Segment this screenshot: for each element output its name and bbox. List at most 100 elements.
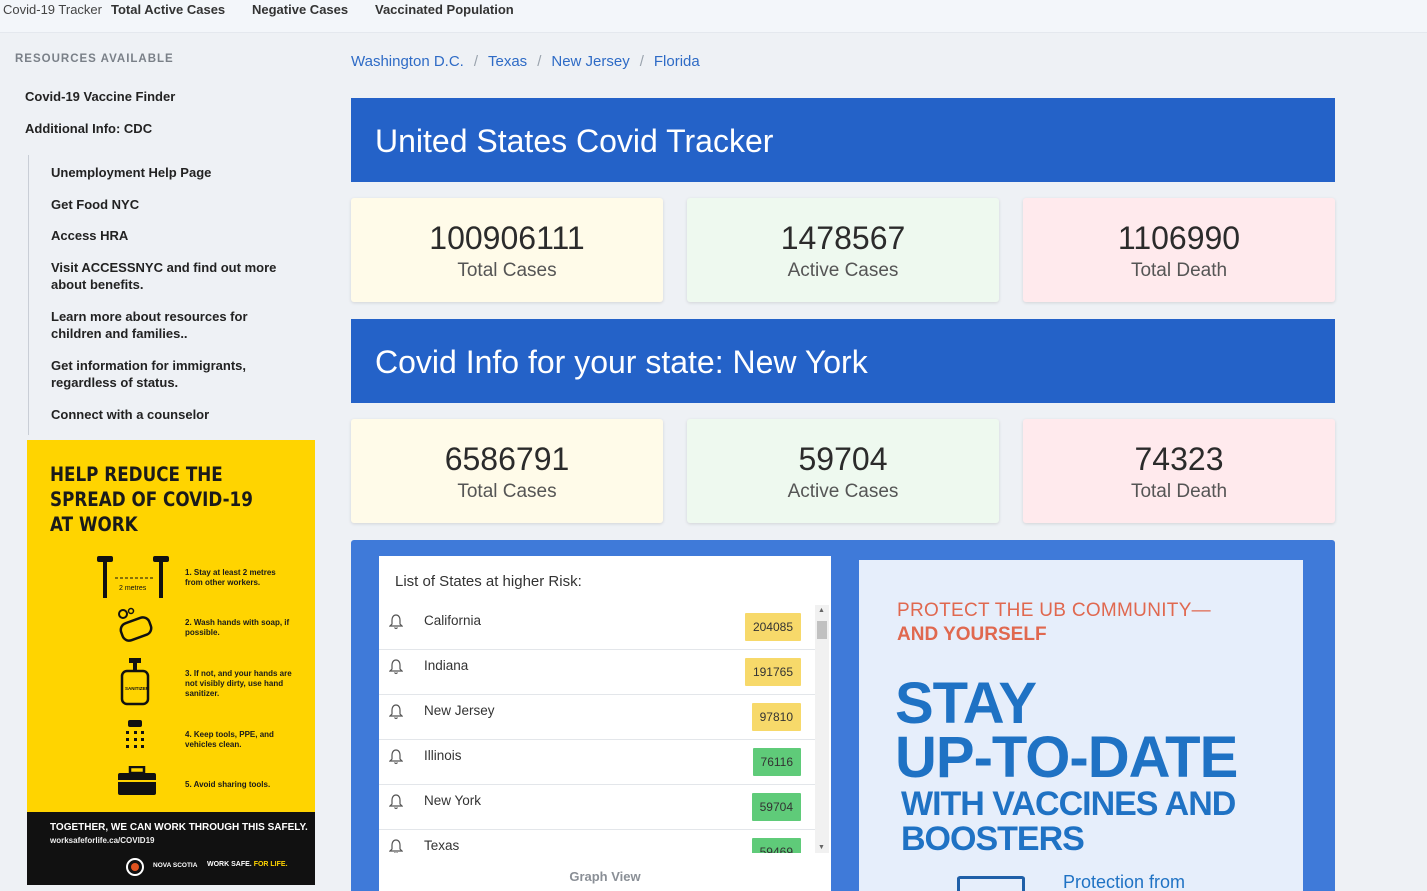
risk-list-title: List of States at higher Risk: bbox=[395, 573, 582, 590]
ub-poster-with-vaccines: WITH VACCINES AND bbox=[901, 785, 1236, 823]
state-total-death-card: 74323 Total Death bbox=[1023, 419, 1335, 523]
ub-poster-protection: Protection from bbox=[1063, 872, 1186, 891]
poster-title: HELP REDUCE THE SPREAD OF COVID-19 AT WO… bbox=[50, 463, 253, 536]
breadcrumb-texas[interactable]: Texas bbox=[488, 53, 527, 70]
poster-footer-url: worksafeforlife.ca/COVID19 bbox=[50, 836, 155, 845]
risk-count-badge: 191765 bbox=[744, 658, 801, 686]
us-total-cases-card: 100906111 Total Cases bbox=[351, 198, 663, 302]
poster-step-4: 4. Keep tools, PPE, and vehicles clean. bbox=[185, 730, 274, 749]
nova-scotia-logo: NOVA SCOTIA bbox=[153, 862, 198, 869]
sanitizer-label: SANITIZER bbox=[125, 686, 150, 691]
risk-state-name: New Jersey bbox=[424, 703, 495, 718]
counselor-link[interactable]: Connect with a counselor bbox=[51, 406, 301, 423]
risk-count-badge: 59704 bbox=[751, 793, 801, 821]
risk-row[interactable]: Illinois 76116 bbox=[379, 740, 815, 785]
graph-view-button[interactable]: Graph View bbox=[379, 869, 831, 884]
children-families-link[interactable]: Learn more about resources for children … bbox=[51, 308, 301, 342]
vaccine-finder-link[interactable]: Covid-19 Vaccine Finder bbox=[25, 89, 175, 104]
bell-icon[interactable] bbox=[389, 839, 403, 853]
unemployment-help-link[interactable]: Unemployment Help Page bbox=[51, 164, 301, 181]
state-total-cases-value: 6586791 bbox=[444, 441, 570, 477]
risk-row[interactable]: Indiana 191765 bbox=[379, 650, 815, 695]
seal-icon bbox=[126, 858, 144, 876]
scroll-thumb[interactable] bbox=[817, 621, 827, 639]
accessnyc-link[interactable]: Visit ACCESSNYC and find out more about … bbox=[51, 259, 301, 293]
risk-state-name: California bbox=[424, 613, 482, 628]
ub-poster-up-to-date: UP-TO-DATE bbox=[895, 725, 1238, 790]
us-total-cases-value: 100906111 bbox=[429, 220, 585, 256]
risk-count-badge: 97810 bbox=[751, 703, 801, 731]
nav-vaccinated-population[interactable]: Vaccinated Population bbox=[375, 2, 514, 17]
risk-state-name: Illinois bbox=[424, 748, 462, 763]
poster-footer-tagline: TOGETHER, WE CAN WORK THROUGH THIS SAFEL… bbox=[50, 822, 308, 833]
breadcrumb-separator: / bbox=[473, 53, 478, 70]
state-info-title: Covid Info for your state: New York bbox=[375, 344, 868, 380]
distance-icon: 2 metres bbox=[97, 556, 169, 598]
state-total-death-label: Total Death bbox=[1130, 481, 1228, 502]
us-total-cases-label: Total Cases bbox=[457, 260, 557, 281]
us-total-death-card: 1106990 Total Death bbox=[1023, 198, 1335, 302]
bell-icon[interactable] bbox=[389, 659, 403, 675]
state-total-death-value: 74323 bbox=[1134, 441, 1224, 477]
us-total-death-value: 1106990 bbox=[1117, 220, 1241, 256]
breadcrumb: Washington D.C. / Texas / New Jersey / Florida bbox=[351, 53, 700, 70]
nav-negative-cases[interactable]: Negative Cases bbox=[252, 2, 348, 17]
scroll-up-arrow-icon[interactable]: ▲ bbox=[818, 607, 825, 614]
risk-states-list[interactable]: California 204085 Indiana 191765 New Jer… bbox=[379, 605, 815, 853]
us-tracker-banner: United States Covid Tracker bbox=[351, 98, 1335, 182]
resources-heading: RESOURCES AVAILABLE bbox=[15, 53, 174, 65]
state-active-cases-value: 59704 bbox=[798, 441, 888, 477]
nav-total-active-cases[interactable]: Total Active Cases bbox=[111, 2, 225, 17]
state-active-cases-label: Active Cases bbox=[787, 481, 899, 502]
spray-icon bbox=[126, 720, 144, 748]
us-total-death-label: Total Death bbox=[1130, 260, 1228, 281]
us-active-cases-card: 1478567 Active Cases bbox=[687, 198, 999, 302]
for-life-text: FOR LIFE. bbox=[253, 861, 288, 868]
risk-state-name: New York bbox=[424, 793, 482, 808]
risk-state-name: Indiana bbox=[424, 658, 469, 673]
risk-row[interactable]: Texas 59469 bbox=[379, 830, 815, 853]
state-total-cases-card: 6586791 Total Cases bbox=[351, 419, 663, 523]
state-active-cases-card: 59704 Active Cases bbox=[687, 419, 999, 523]
sanitizer-icon: SANITIZER bbox=[120, 658, 150, 706]
ub-poster-line2: AND YOURSELF bbox=[897, 624, 1047, 645]
bell-icon[interactable] bbox=[389, 704, 403, 720]
risk-row[interactable]: New Jersey 97810 bbox=[379, 695, 815, 740]
ub-poster-line1: PROTECT THE UB COMMUNITY— bbox=[897, 600, 1211, 621]
bell-icon[interactable] bbox=[389, 749, 403, 765]
breadcrumb-new-jersey[interactable]: New Jersey bbox=[551, 53, 629, 70]
ub-vaccine-poster: PROTECT THE UB COMMUNITY— AND YOURSELF S… bbox=[859, 560, 1303, 891]
breadcrumb-washington-dc[interactable]: Washington D.C. bbox=[351, 53, 464, 70]
breadcrumb-florida[interactable]: Florida bbox=[654, 53, 700, 70]
risk-row[interactable]: New York 59704 bbox=[379, 785, 815, 830]
distance-label: 2 metres bbox=[119, 585, 147, 592]
us-active-cases-label: Active Cases bbox=[787, 260, 899, 281]
poster-step-1: 1. Stay at least 2 metres from other wor… bbox=[185, 568, 276, 587]
bottom-section: List of States at higher Risk: Californi… bbox=[351, 540, 1335, 891]
poster-footer: TOGETHER, WE CAN WORK THROUGH THIS SAFEL… bbox=[27, 812, 315, 885]
risk-count-badge: 204085 bbox=[744, 613, 801, 641]
brand-link[interactable]: Covid-19 Tracker bbox=[3, 2, 102, 17]
sidebar: RESOURCES AVAILABLE Covid-19 Vaccine Fin… bbox=[0, 33, 330, 891]
risk-state-name: Texas bbox=[424, 838, 460, 853]
breadcrumb-separator: / bbox=[639, 53, 644, 70]
immigrants-info-link[interactable]: Get information for immigrants, regardle… bbox=[51, 357, 301, 391]
risk-list-scrollbar[interactable]: ▲ ▼ bbox=[815, 605, 829, 853]
toolbox-icon bbox=[118, 766, 156, 795]
breadcrumb-separator: / bbox=[537, 53, 542, 70]
work-safe-logo: WORK SAFE. FOR LIFE. bbox=[207, 861, 288, 868]
risk-count-badge: 76116 bbox=[752, 748, 801, 776]
access-hra-link[interactable]: Access HRA bbox=[51, 227, 301, 244]
risk-states-panel: List of States at higher Risk: Californi… bbox=[379, 556, 831, 891]
bell-icon[interactable] bbox=[389, 614, 403, 630]
top-navbar: Covid-19 Tracker Total Active Cases Nega… bbox=[0, 0, 1427, 33]
state-info-banner: Covid Info for your state: New York bbox=[351, 319, 1335, 403]
poster-step-3: 3. If not, and your hands are not visibl… bbox=[185, 669, 292, 698]
scroll-down-arrow-icon[interactable]: ▼ bbox=[818, 844, 825, 851]
bell-icon[interactable] bbox=[389, 794, 403, 810]
get-food-link[interactable]: Get Food NYC bbox=[51, 196, 301, 213]
cdc-info-link[interactable]: Additional Info: CDC bbox=[25, 121, 152, 136]
poster-step-5: 5. Avoid sharing tools. bbox=[185, 780, 271, 789]
risk-row[interactable]: California 204085 bbox=[379, 605, 815, 650]
work-safe-text: WORK SAFE. bbox=[207, 861, 252, 868]
